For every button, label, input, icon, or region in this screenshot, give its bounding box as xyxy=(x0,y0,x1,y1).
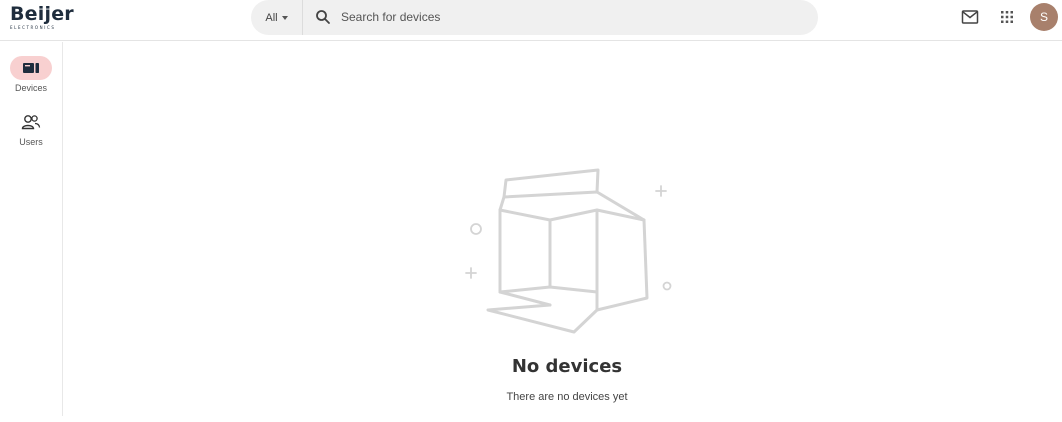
caret-down-icon xyxy=(281,15,288,20)
search-icon[interactable] xyxy=(315,9,331,25)
users-icon xyxy=(21,115,41,130)
sidebar-item-label: Devices xyxy=(14,83,47,93)
brand-name: Beijer xyxy=(10,3,74,25)
empty-box-icon xyxy=(465,168,672,334)
sidebar-item-label: Users xyxy=(19,137,43,147)
search-scope-dropdown[interactable]: All xyxy=(251,0,303,35)
search-input[interactable] xyxy=(341,6,801,28)
device-icon xyxy=(23,63,39,73)
top-bar: Beijer ELECTRONICS All S xyxy=(0,0,1062,41)
sidebar: Devices Users xyxy=(0,42,63,416)
avatar-initial: S xyxy=(1039,10,1048,24)
search-bar: All xyxy=(251,0,818,35)
empty-state-subtitle: There are no devices yet xyxy=(506,391,628,403)
sidebar-item-users[interactable]: Users xyxy=(0,110,62,154)
search-scope-label: All xyxy=(265,11,278,24)
brand-tagline: ELECTRONICS xyxy=(10,25,56,30)
user-avatar[interactable]: S xyxy=(1030,3,1058,31)
empty-state-title: No devices xyxy=(511,356,623,377)
sidebar-item-devices[interactable]: Devices xyxy=(0,56,62,100)
brand-logo[interactable]: Beijer ELECTRONICS xyxy=(10,4,80,32)
empty-state: No devices There are no devices yet xyxy=(63,42,1062,422)
sidebar-item-users-highlight xyxy=(10,110,52,134)
apps-grid-icon[interactable] xyxy=(1000,10,1014,24)
mail-icon[interactable] xyxy=(961,9,979,25)
sidebar-item-devices-highlight xyxy=(10,56,52,80)
